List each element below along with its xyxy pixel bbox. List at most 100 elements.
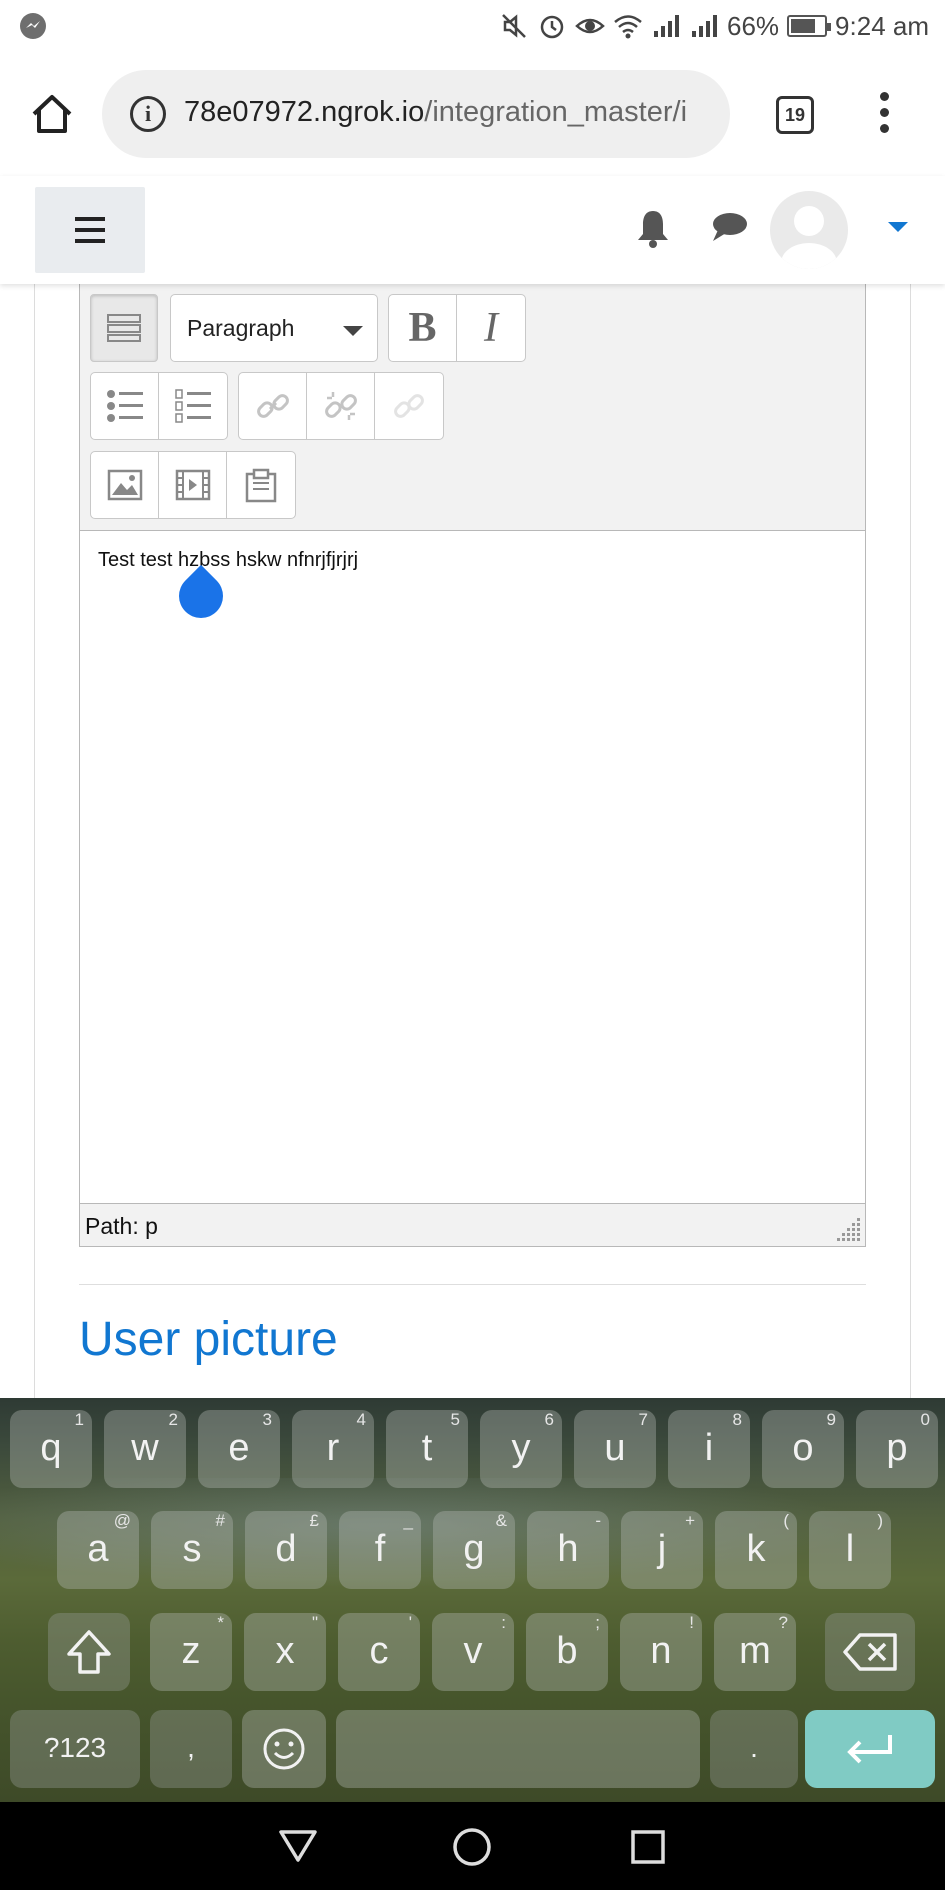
key-z[interactable]: z * [150,1613,232,1691]
key-alt-label: ) [877,1511,883,1530]
key-p[interactable]: p0 [856,1410,938,1488]
key-label: v [463,1630,483,1672]
editor-content-area[interactable]: Test test hzbss hskw nfnrjfjrjrj [80,531,865,1203]
key-c[interactable]: c ' [338,1613,420,1691]
manage-files-button[interactable] [227,452,295,518]
insert-image-button[interactable] [91,452,159,518]
battery-percent: 66% [727,10,780,41]
key-alt-label: 9 [826,1410,836,1429]
key-label: n [650,1630,672,1672]
shift-key[interactable] [48,1613,130,1691]
address-bar[interactable]: i 78e07972.ngrok.io/integration_master/i [102,70,730,158]
key-e[interactable]: e3 [198,1410,280,1488]
browser-toolbar: i 78e07972.ngrok.io/integration_master/i… [0,52,945,176]
key-q[interactable]: q1 [10,1410,92,1488]
key-label: r [326,1427,340,1469]
tab-switcher-button[interactable]: 19 [776,96,814,134]
key-n[interactable]: n! [620,1613,702,1691]
editor-text: Test test hzbss hskw nfnrjfjrjrj [98,549,359,571]
key-s[interactable]: s # [151,1511,233,1589]
key-b[interactable]: b; [526,1613,608,1691]
key-g[interactable]: g & [433,1511,515,1589]
wifi-icon [613,11,643,41]
link-button[interactable] [239,373,307,439]
key-m[interactable]: m? [714,1613,796,1691]
key-label: s [182,1528,202,1570]
key-label: z [181,1630,201,1672]
key-h[interactable]: h- [527,1511,609,1589]
space-key[interactable] [336,1710,700,1788]
home-icon [32,95,72,133]
link-icon [394,394,424,418]
key-x[interactable]: x " [244,1613,326,1691]
key-u[interactable]: u7 [574,1410,656,1488]
key-k[interactable]: k( [715,1511,797,1589]
key-alt-label: & [495,1511,507,1530]
italic-button[interactable]: I [457,295,525,361]
messages-icon[interactable] [710,210,748,249]
eye-icon [575,11,605,41]
link-group [238,372,444,440]
key-i[interactable]: i8 [668,1410,750,1488]
text-cursor-handle[interactable] [169,564,233,628]
key-label: o [792,1427,814,1469]
text-style-group: B I [388,294,526,362]
key-j[interactable]: j + [621,1511,703,1589]
toolbar-toggle-icon [107,314,141,342]
unordered-list-button[interactable] [91,373,159,439]
key-label: g [463,1528,485,1570]
key-d[interactable]: d £ [245,1511,327,1589]
image-icon [107,469,142,501]
key-label: x [275,1630,295,1672]
recents-square-icon[interactable] [630,1829,666,1865]
key-f[interactable]: f _ [339,1511,421,1589]
toolbar-toggle-button[interactable] [90,294,158,362]
ordered-list-button[interactable] [159,373,227,439]
emoji-key[interactable] [242,1710,326,1788]
shift-icon [67,1630,111,1674]
insert-media-button[interactable] [159,452,227,518]
key-v[interactable]: v: [432,1613,514,1691]
unlink-button[interactable] [307,373,375,439]
user-avatar[interactable] [770,191,848,269]
key-alt-label: 3 [262,1410,272,1429]
user-menu-chevron-down-icon[interactable] [888,222,908,232]
info-icon[interactable]: i [130,96,166,132]
key-a[interactable]: a @ [57,1511,139,1589]
home-circle-icon[interactable] [452,1827,492,1867]
browser-menu-button[interactable] [872,92,896,138]
key-t[interactable]: t5 [386,1410,468,1488]
key-w[interactable]: w2 [104,1410,186,1488]
nav-drawer-toggle[interactable] [35,187,145,273]
key-y[interactable]: y6 [480,1410,562,1488]
key-alt-label: " [311,1613,318,1632]
symbols-key[interactable]: ?123 [10,1710,140,1788]
editor-toolbar: Paragraph B I [80,284,865,531]
key-l[interactable]: l) [809,1511,891,1589]
backspace-key[interactable] [825,1613,915,1691]
enter-key[interactable] [805,1710,935,1788]
period-key[interactable]: . [710,1710,798,1788]
key-label: y [511,1427,531,1469]
chevron-down-icon [343,326,363,336]
resize-grip-icon[interactable] [833,1214,863,1244]
block-format-select[interactable]: Paragraph [170,294,378,362]
back-triangle-icon[interactable] [278,1828,318,1864]
comma-key[interactable]: , [150,1710,232,1788]
bold-button[interactable]: B [389,295,457,361]
key-r[interactable]: r4 [292,1410,374,1488]
key-label: i [704,1427,714,1469]
anchor-link-button[interactable] [375,373,443,439]
alarm-icon [537,11,567,41]
notification-bell-icon[interactable] [635,208,671,253]
home-button[interactable] [28,90,76,138]
key-o[interactable]: o9 [762,1410,844,1488]
key-label: d [275,1528,297,1570]
key-alt-label: 0 [920,1410,930,1429]
key-alt-label: : [501,1613,506,1632]
key-alt-label: 4 [356,1410,366,1429]
url-text: 78e07972.ngrok.io/integration_master/i [184,96,688,128]
messenger-icon [20,13,46,39]
key-label: j [657,1528,667,1570]
key-alt-label: ! [689,1613,694,1632]
